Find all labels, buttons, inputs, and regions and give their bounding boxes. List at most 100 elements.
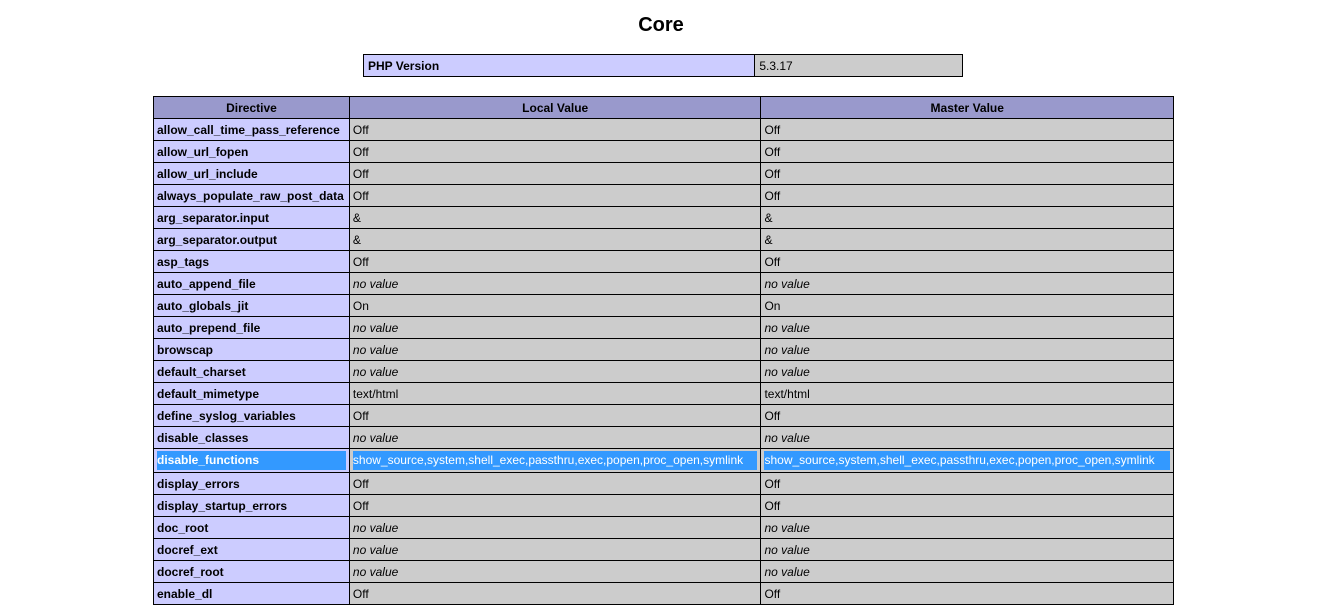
directive-label: display_errors: [157, 476, 240, 491]
master-value-text: no value: [764, 342, 810, 357]
master-value[interactable]: no value: [760, 272, 1174, 295]
directive-name[interactable]: allow_url_include: [153, 162, 350, 185]
directive-name[interactable]: define_syslog_variables: [153, 404, 350, 427]
master-value[interactable]: Off: [760, 184, 1174, 207]
local-value[interactable]: Off: [348, 250, 762, 273]
directives-table: Directive Local Value Master Value allow…: [153, 96, 1174, 605]
directive-name[interactable]: auto_append_file: [153, 272, 350, 295]
directive-name[interactable]: browscap: [153, 338, 350, 361]
directive-name[interactable]: always_populate_raw_post_data: [153, 184, 350, 207]
master-value-text: no value: [764, 364, 810, 379]
local-value[interactable]: no value: [348, 316, 762, 339]
local-value[interactable]: Off: [348, 118, 762, 141]
local-value[interactable]: no value: [348, 516, 762, 539]
master-value[interactable]: no value: [760, 426, 1174, 449]
master-value-text: no value: [764, 564, 810, 579]
master-value[interactable]: &: [760, 228, 1174, 251]
local-value[interactable]: no value: [348, 538, 762, 561]
local-value[interactable]: Off: [348, 494, 762, 517]
directive-label: enable_dl: [157, 586, 213, 601]
master-value-text: Off: [764, 254, 781, 269]
master-value[interactable]: Off: [760, 404, 1174, 427]
directive-name[interactable]: docref_ext: [153, 538, 350, 561]
master-value[interactable]: no value: [760, 560, 1174, 583]
table-row: display_errors Off Off: [153, 472, 1174, 495]
local-value-text: Off: [352, 498, 369, 513]
directive-label: auto_append_file: [157, 276, 256, 291]
local-value[interactable]: no value: [348, 272, 762, 295]
phpinfo-page: Core PHP Version 5.3.17 Directive Local …: [0, 0, 1322, 607]
master-value[interactable]: no value: [760, 338, 1174, 361]
master-value[interactable]: Off: [760, 140, 1174, 163]
directive-name[interactable]: auto_prepend_file: [153, 316, 350, 339]
local-value[interactable]: no value: [348, 560, 762, 583]
table-row: auto_prepend_file no value no value: [153, 316, 1174, 339]
directive-label: define_syslog_variables: [157, 408, 296, 423]
master-value[interactable]: Off: [760, 250, 1174, 273]
php-version-row: PHP Version 5.3.17: [362, 54, 963, 77]
master-value[interactable]: show_source,system,shell_exec,passthru,e…: [760, 448, 1174, 473]
local-value[interactable]: Off: [348, 162, 762, 185]
master-value[interactable]: Off: [760, 118, 1174, 141]
table-row: disable_classes no value no value: [153, 426, 1174, 449]
local-value[interactable]: Off: [348, 404, 762, 427]
local-value[interactable]: text/html: [348, 382, 762, 405]
header-local-value: Local Value: [348, 96, 762, 119]
master-value[interactable]: text/html: [760, 382, 1174, 405]
local-value[interactable]: On: [348, 294, 762, 317]
local-value[interactable]: Off: [348, 140, 762, 163]
directive-name[interactable]: asp_tags: [153, 250, 350, 273]
directive-name[interactable]: disable_classes: [153, 426, 350, 449]
directive-name[interactable]: docref_root: [153, 560, 350, 583]
directive-label: docref_ext: [157, 542, 218, 557]
master-value[interactable]: Off: [760, 582, 1174, 605]
table-row: define_syslog_variables Off Off: [153, 404, 1174, 427]
table-row: display_startup_errors Off Off: [153, 494, 1174, 517]
local-value[interactable]: Off: [348, 184, 762, 207]
directive-label: display_startup_errors: [157, 498, 288, 513]
master-value[interactable]: no value: [760, 538, 1174, 561]
directive-name[interactable]: default_mimetype: [153, 382, 350, 405]
directive-name[interactable]: allow_url_fopen: [153, 140, 350, 163]
master-value-text: text/html: [764, 386, 810, 401]
directive-name[interactable]: display_startup_errors: [153, 494, 350, 517]
local-value[interactable]: no value: [348, 338, 762, 361]
local-value[interactable]: Off: [348, 582, 762, 605]
master-value-text: Off: [764, 188, 781, 203]
directive-name[interactable]: arg_separator.input: [153, 206, 350, 229]
local-value[interactable]: no value: [348, 360, 762, 383]
master-value[interactable]: no value: [760, 516, 1174, 539]
directive-name[interactable]: disable_functions: [153, 448, 350, 473]
master-value[interactable]: Off: [760, 162, 1174, 185]
local-value[interactable]: no value: [348, 426, 762, 449]
master-value[interactable]: On: [760, 294, 1174, 317]
directive-label: default_charset: [157, 364, 246, 379]
local-value[interactable]: show_source,system,shell_exec,passthru,e…: [348, 448, 762, 473]
directive-name[interactable]: doc_root: [153, 516, 350, 539]
directive-label: allow_call_time_pass_reference: [157, 122, 340, 137]
master-value[interactable]: Off: [760, 472, 1174, 495]
local-value[interactable]: Off: [348, 472, 762, 495]
master-value[interactable]: no value: [760, 360, 1174, 383]
directive-name[interactable]: default_charset: [153, 360, 350, 383]
local-value[interactable]: &: [348, 206, 762, 229]
master-value[interactable]: &: [760, 206, 1174, 229]
master-value-text: Off: [764, 408, 781, 423]
local-value-text: no value: [352, 364, 399, 379]
local-value[interactable]: &: [348, 228, 762, 251]
master-value[interactable]: no value: [760, 316, 1174, 339]
directive-rows: allow_call_time_pass_reference Off Off allo…: [153, 118, 1174, 605]
directive-name[interactable]: auto_globals_jit: [153, 294, 350, 317]
directive-name[interactable]: display_errors: [153, 472, 350, 495]
directive-label: allow_url_fopen: [157, 144, 249, 159]
master-value[interactable]: Off: [760, 494, 1174, 517]
table-row: default_charset no value no value: [153, 360, 1174, 383]
directive-name[interactable]: allow_call_time_pass_reference: [153, 118, 350, 141]
table-row: docref_ext no value no value: [153, 538, 1174, 561]
local-value-text: text/html: [352, 386, 399, 401]
directive-name[interactable]: arg_separator.output: [153, 228, 350, 251]
directive-name[interactable]: enable_dl: [153, 582, 350, 605]
header-directive: Directive: [153, 96, 350, 119]
table-header-row: Directive Local Value Master Value: [153, 96, 1174, 119]
directive-label: auto_prepend_file: [157, 320, 261, 335]
